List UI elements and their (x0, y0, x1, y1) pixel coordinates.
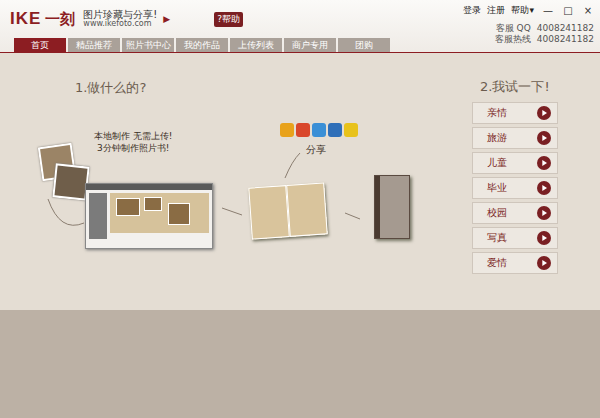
trial-title: 2.我试一下! (472, 78, 558, 96)
theme-button[interactable]: 毕业 (472, 177, 558, 199)
top-link[interactable]: 帮助▾ (511, 4, 534, 17)
play-icon (537, 106, 551, 120)
tab[interactable]: 上传列表 (230, 38, 282, 52)
share-icon[interactable] (344, 123, 358, 137)
window-control[interactable]: □ (562, 5, 574, 16)
theme-button[interactable]: 爱情 (472, 252, 558, 274)
play-icon (537, 256, 551, 270)
site-url: www.ikefoto.com (83, 20, 157, 29)
support-line: 客服 QQ4008241182 (495, 23, 594, 34)
share-icon[interactable] (312, 123, 326, 137)
theme-button[interactable]: 校园 (472, 202, 558, 224)
intro-diagram: 1.做什么的? 本地制作 无需上传!3分钟制作照片书! 分享 (0, 53, 472, 310)
theme-button[interactable]: 儿童 (472, 152, 558, 174)
top-link[interactable]: 登录 (463, 4, 481, 17)
header: IKE一刻图片珍藏与分享!www.ikefoto.com ▶ ?帮助首页精品推荐照片… (0, 0, 600, 53)
share-icons (280, 123, 358, 137)
arrow-icon: ▶ (163, 14, 170, 24)
help-button[interactable]: ?帮助 (214, 12, 243, 27)
window-control[interactable]: — (542, 5, 554, 16)
share-label: 分享 (306, 143, 326, 157)
tab[interactable]: 商户专用 (284, 38, 336, 52)
theme-button[interactable]: 亲情 (472, 102, 558, 124)
app-window: IKE一刻图片珍藏与分享!www.ikefoto.com ▶ ?帮助首页精品推荐照片… (0, 0, 600, 418)
tab-bar: 首页精品推荐照片书中心我的作品上传列表商户专用团购 (0, 38, 390, 52)
tab[interactable]: 精品推荐 (68, 38, 120, 52)
share-icon[interactable] (328, 123, 342, 137)
open-book-icon (248, 182, 327, 239)
share-icon[interactable] (296, 123, 310, 137)
logo-cn: 一刻 (45, 10, 75, 29)
slogan: 图片珍藏与分享! (83, 9, 157, 20)
bottom-band (0, 310, 600, 418)
play-icon (537, 131, 551, 145)
tab[interactable]: 团购 (338, 38, 390, 52)
trial-panel: 2.我试一下! 亲情旅游儿童毕业校园写真爱情 (472, 53, 558, 310)
intro-caption: 本地制作 无需上传!3分钟制作照片书! (94, 130, 172, 154)
play-icon (537, 181, 551, 195)
theme-button[interactable]: 写真 (472, 227, 558, 249)
photo-book-icon (374, 175, 410, 239)
theme-button[interactable]: 旅游 (472, 127, 558, 149)
logo-latin: IKE (10, 9, 41, 29)
photos-icon (40, 145, 86, 197)
editor-preview-icon (85, 183, 213, 249)
top-link[interactable]: 注册 (487, 4, 505, 17)
play-icon (537, 156, 551, 170)
share-icon[interactable] (280, 123, 294, 137)
play-icon (537, 206, 551, 220)
play-icon (537, 231, 551, 245)
support-line: 客服热线4008241182 (495, 34, 594, 45)
tab[interactable]: 首页 (14, 38, 66, 52)
tab[interactable]: 照片书中心 (122, 38, 174, 52)
tab[interactable]: 我的作品 (176, 38, 228, 52)
intro-title: 1.做什么的? (75, 79, 146, 97)
logo-bar: IKE一刻图片珍藏与分享!www.ikefoto.com ▶ ?帮助 (0, 0, 390, 38)
window-control[interactable]: × (582, 5, 594, 16)
main-area: 1.做什么的? 本地制作 无需上传!3分钟制作照片书! 分享 2.我试一下! 亲情旅游儿… (0, 53, 600, 310)
